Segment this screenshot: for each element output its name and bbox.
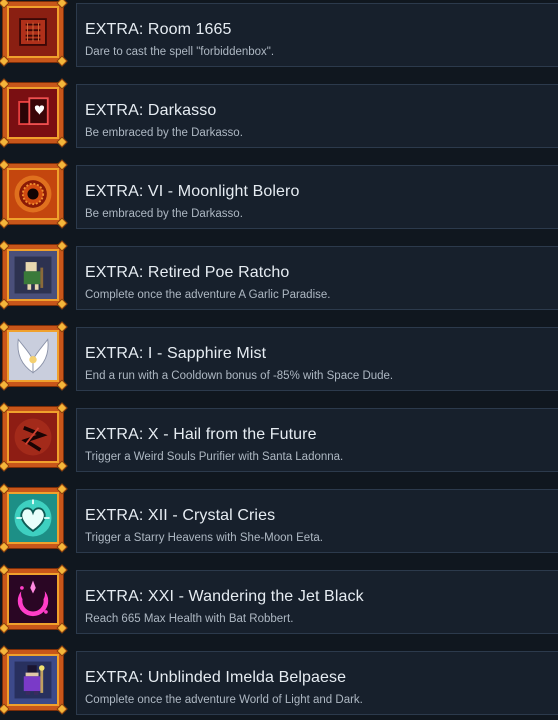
achievement-description: Be embraced by the Darkasso. — [85, 127, 243, 139]
achievement-description: Reach 665 Max Health with Bat Robbert. — [85, 613, 294, 625]
achievement-row[interactable]: EXTRA: I - Sapphire Mist End a run with … — [0, 321, 558, 394]
achievement-row[interactable]: EXTRA: VI - Moonlight Bolero Be embraced… — [0, 159, 558, 232]
achievement-card: EXTRA: Darkasso Be embraced by the Darka… — [76, 84, 558, 148]
achievement-description: End a run with a Cooldown bonus of -85% … — [85, 370, 394, 382]
wings-icon — [9, 332, 57, 380]
achievement-card: EXTRA: XII - Crystal Cries Trigger a Sta… — [76, 489, 558, 553]
achievement-title: EXTRA: XXI - Wandering the Jet Black — [85, 588, 364, 605]
achievement-row[interactable]: EXTRA: Retired Poe Ratcho Complete once … — [0, 240, 558, 313]
achievement-icon-frame — [0, 0, 68, 67]
achievement-card: EXTRA: I - Sapphire Mist End a run with … — [76, 327, 558, 391]
card-heart-icon — [9, 89, 57, 137]
achievement-title: EXTRA: I - Sapphire Mist — [85, 345, 267, 362]
eye-icon — [9, 170, 57, 218]
achievement-title: EXTRA: VI - Moonlight Bolero — [85, 183, 300, 200]
achievement-description: Trigger a Starry Heavens with She-Moon E… — [85, 532, 323, 544]
mage-sprite-icon — [9, 656, 57, 704]
achievement-icon-frame — [0, 645, 68, 715]
achievement-description: Complete once the adventure World of Lig… — [85, 694, 363, 706]
achievement-description: Complete once the adventure A Garlic Par… — [85, 289, 331, 301]
achievement-card: EXTRA: Retired Poe Ratcho Complete once … — [76, 246, 558, 310]
achievement-icon-frame — [0, 321, 68, 391]
achievement-row[interactable]: EXTRA: Darkasso Be embraced by the Darka… — [0, 78, 558, 151]
achievement-title: EXTRA: X - Hail from the Future — [85, 426, 317, 443]
crescent-moon-icon — [9, 575, 57, 623]
achievement-description: Trigger a Weird Souls Purifier with Sant… — [85, 451, 344, 463]
red-sigil-icon — [9, 413, 57, 461]
achievement-description: Dare to cast the spell "forbiddenbox". — [85, 46, 275, 58]
achievement-title: EXTRA: XII - Crystal Cries — [85, 507, 276, 524]
achievement-icon-frame — [0, 159, 68, 229]
achievement-icon-frame — [0, 402, 68, 472]
achievement-card: EXTRA: Unblinded Imelda Belpaese Complet… — [76, 651, 558, 715]
achievement-title: EXTRA: Darkasso — [85, 102, 217, 119]
achievement-card: EXTRA: XXI - Wandering the Jet Black Rea… — [76, 570, 558, 634]
achievement-title: EXTRA: Unblinded Imelda Belpaese — [85, 669, 347, 686]
achievement-icon-frame — [0, 78, 68, 148]
achievement-row[interactable]: EXTRA: XXI - Wandering the Jet Black Rea… — [0, 564, 558, 637]
achievement-title: EXTRA: Retired Poe Ratcho — [85, 264, 290, 281]
achievement-card: EXTRA: Room 1665 Dare to cast the spell … — [76, 3, 558, 67]
achievement-icon-frame — [0, 240, 68, 310]
achievement-icon-frame — [0, 483, 68, 553]
achievement-row[interactable]: EXTRA: Unblinded Imelda Belpaese Complet… — [0, 645, 558, 718]
achievement-icon-frame — [0, 564, 68, 634]
achievement-description: Be embraced by the Darkasso. — [85, 208, 243, 220]
old-man-sprite-icon — [9, 251, 57, 299]
achievement-title: EXTRA: Room 1665 — [85, 21, 232, 38]
achievement-row[interactable]: EXTRA: X - Hail from the Future Trigger … — [0, 402, 558, 475]
achievement-card: EXTRA: VI - Moonlight Bolero Be embraced… — [76, 165, 558, 229]
achievement-row[interactable]: EXTRA: Room 1665 Dare to cast the spell … — [0, 0, 558, 70]
achievement-row[interactable]: EXTRA: XII - Crystal Cries Trigger a Sta… — [0, 483, 558, 556]
crystal-heart-icon — [9, 494, 57, 542]
rune-box-icon — [9, 8, 57, 56]
achievement-card: EXTRA: X - Hail from the Future Trigger … — [76, 408, 558, 472]
achievement-list: EXTRA: Room 1665 Dare to cast the spell … — [0, 0, 558, 720]
